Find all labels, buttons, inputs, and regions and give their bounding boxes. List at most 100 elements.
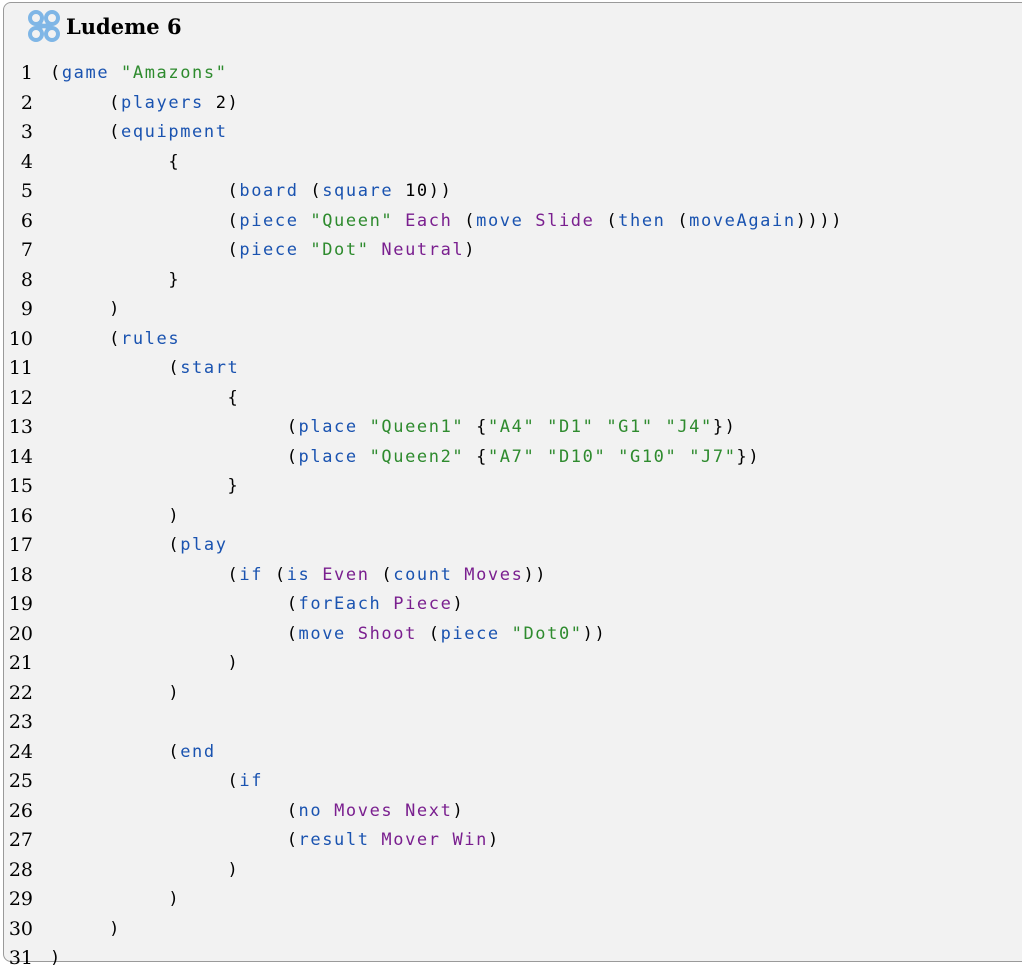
string-token: "D1": [547, 417, 595, 437]
line-number: 30: [8, 917, 33, 940]
keyword-token: forEach: [298, 594, 382, 614]
line-code: (no Moves Next): [50, 797, 464, 827]
keyword-token: piece: [440, 623, 500, 644]
constant-token: Each: [405, 210, 453, 231]
code-line: 26 (no Moves Next): [0, 797, 1022, 827]
line-number: 29: [8, 888, 33, 910]
line-code: (game "Amazons": [50, 59, 228, 89]
plain-token: )))): [795, 210, 844, 231]
line-number: 7: [20, 239, 33, 261]
code-line: 10 (rules: [0, 325, 1022, 355]
line-code: (equipment: [50, 118, 228, 148]
constant-token: Shoot: [357, 623, 417, 644]
line-code: (place "Queen2" {"A7" "D10" "G10" "J7"}): [50, 443, 760, 473]
plain-token: ): [50, 653, 240, 673]
plain-token: (: [50, 830, 299, 850]
plain-token: (: [50, 328, 122, 349]
constant-token: Slide: [535, 210, 595, 231]
listing-title: Ludeme 6: [66, 13, 182, 39]
line-code: ): [50, 885, 180, 915]
line-number: 28: [8, 858, 33, 881]
plain-token: (: [50, 771, 240, 791]
code-line: 13 (place "Queen1" {"A4" "D1" "G1" "J4"}…: [0, 413, 1022, 443]
constant-token: Mover: [381, 830, 441, 850]
keyword-token: end: [180, 741, 216, 762]
keyword-token: rules: [121, 328, 181, 349]
plain-token: ): [50, 299, 122, 319]
code-line: 5 (board (square 10)): [0, 177, 1022, 207]
line-number: 8: [20, 268, 33, 291]
code-line: 19 (forEach Piece): [0, 590, 1022, 620]
line-number: 11: [8, 357, 33, 379]
plain-token: (: [452, 210, 477, 231]
code-line: 8 }: [0, 266, 1022, 296]
plain-token: (: [50, 623, 299, 644]
code-line: 11 (start: [0, 354, 1022, 384]
plain-token: {: [50, 151, 181, 172]
line-code: ): [50, 944, 62, 974]
line-code: (board (square 10)): [50, 177, 452, 207]
plain-token: (: [50, 741, 181, 762]
keyword-token: is: [286, 564, 311, 585]
plain-token: (: [50, 210, 240, 231]
line-number: 23: [8, 711, 33, 733]
plain-token: {: [464, 417, 488, 437]
code-line: 31): [0, 944, 1022, 974]
code-line: 2 (players 2): [0, 89, 1022, 119]
line-code: (play: [50, 531, 228, 561]
line-number: 31: [8, 947, 33, 969]
line-code: {: [50, 148, 180, 178]
keyword-token: square: [322, 181, 394, 201]
keyword-token: result: [298, 830, 370, 850]
plain-token: 10)): [393, 181, 453, 201]
line-code: (players 2): [50, 89, 239, 119]
line-code: (move Shoot (piece "Dot0")): [50, 620, 606, 650]
plain-token: (: [50, 535, 181, 555]
line-code: (if (is Even (count Moves)): [50, 561, 547, 591]
line-number: 24: [8, 740, 33, 763]
plain-token: (: [50, 122, 122, 142]
code-line: 6 (piece "Queen" Each (move Slide (then …: [0, 207, 1022, 237]
plain-token: {: [464, 446, 488, 467]
keyword-token: move: [298, 623, 346, 644]
code-line: 28 ): [0, 856, 1022, 886]
keyword-token: then: [618, 210, 666, 231]
string-token: "Queen": [310, 210, 394, 231]
plain-token: (: [369, 564, 394, 585]
line-code: ): [50, 295, 121, 325]
plain-token: {: [50, 387, 240, 408]
string-token: "G10": [618, 446, 678, 467]
keyword-token: game: [61, 63, 110, 83]
plain-token: (: [263, 564, 287, 585]
string-token: "Queen1": [369, 417, 465, 437]
code-block: 1 (game "Amazons" 2 (players 2) 3 (equipmen…: [0, 59, 1022, 974]
plain-token: }): [712, 417, 737, 437]
code-line: 3 (equipment: [0, 118, 1022, 148]
keyword-token: count: [393, 564, 453, 585]
plain-token: (: [50, 358, 181, 378]
string-token: "A4": [487, 417, 536, 437]
line-number: 2: [20, 91, 33, 114]
keyword-token: if: [239, 564, 264, 585]
ludeme-knot-icon: [28, 10, 60, 42]
constant-token: Moves: [464, 564, 524, 585]
string-token: "A7": [487, 446, 536, 467]
line-number: 22: [8, 681, 33, 704]
line-code: }: [50, 266, 180, 296]
constant-token: Neutral: [381, 240, 465, 260]
line-code: (forEach Piece): [50, 590, 464, 620]
code-line: 14 (place "Queen2" {"A7" "D10" "G10" "J7…: [0, 443, 1022, 473]
code-line: 22 ): [0, 679, 1022, 709]
line-code: ): [50, 915, 121, 945]
line-number: 21: [8, 652, 33, 674]
plain-token: }: [50, 476, 240, 496]
